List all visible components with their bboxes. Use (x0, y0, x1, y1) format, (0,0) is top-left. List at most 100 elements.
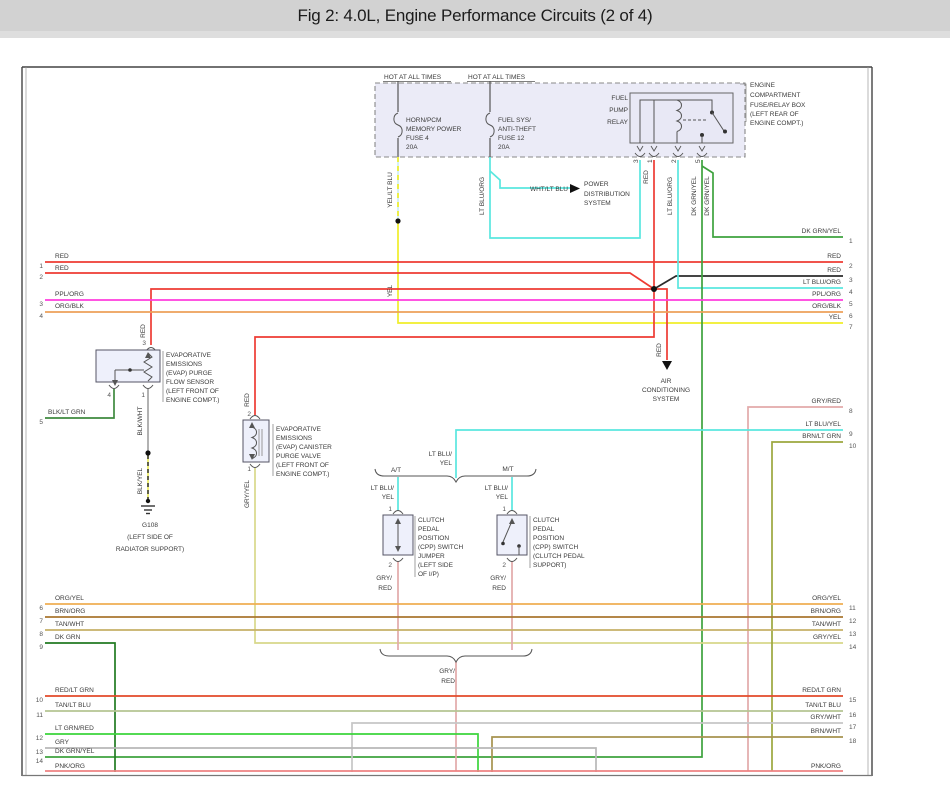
svg-text:GRY/: GRY/ (376, 575, 392, 582)
row-label: BRN/WHT (811, 728, 841, 735)
row-label: ORG/BLK (55, 303, 85, 310)
svg-text:2: 2 (39, 274, 43, 281)
connector-arc (506, 557, 518, 562)
svg-text:YEL: YEL (387, 284, 394, 297)
svg-text:ENGINE COMPT.): ENGINE COMPT.) (750, 120, 803, 127)
svg-text:ANTI-THEFT: ANTI-THEFT (498, 126, 536, 133)
ac-system-ref: AIR CONDITIONING SYSTEM (642, 378, 690, 403)
svg-text:7: 7 (39, 618, 43, 625)
power-distribution-ref: WHT/LT BLU POWER DISTRIBUTION SYSTEM (530, 181, 630, 207)
svg-text:ENGINE: ENGINE (750, 82, 776, 89)
power-dist-arrow-icon (570, 184, 580, 193)
row-label: RED (827, 267, 841, 274)
wire-ltgrnred (45, 733, 479, 772)
svg-text:(CLUTCH PEDAL: (CLUTCH PEDAL (533, 553, 585, 560)
svg-text:SYSTEM: SYSTEM (584, 200, 611, 207)
wire-dkgrnyel-branch (701, 165, 843, 238)
cpp-switch: 1 2 CLUTCH PEDAL POSITION (CPP) SWITCH (… (490, 506, 585, 592)
row-label: YEL (829, 314, 842, 321)
svg-text:4: 4 (39, 313, 43, 320)
svg-text:LT BLU/ORG: LT BLU/ORG (479, 177, 486, 215)
svg-text:4: 4 (107, 392, 111, 399)
svg-text:6: 6 (39, 605, 43, 612)
svg-text:11: 11 (849, 605, 856, 612)
svg-text:ENGINE COMPT.): ENGINE COMPT.) (166, 397, 219, 404)
svg-text:1: 1 (849, 238, 853, 245)
svg-text:2: 2 (388, 562, 392, 569)
ac-arrow-icon (662, 361, 672, 370)
svg-text:WHT/LT BLU: WHT/LT BLU (530, 186, 568, 193)
wire-brnwht (491, 736, 843, 772)
row-label: DK GRN (55, 634, 81, 641)
svg-text:SUPPORT): SUPPORT) (533, 562, 566, 569)
svg-text:9: 9 (849, 431, 853, 438)
svg-text:15: 15 (849, 697, 857, 704)
svg-text:1: 1 (388, 506, 392, 513)
row-label: RED (55, 265, 69, 272)
wire-gry (45, 747, 597, 772)
svg-text:3: 3 (849, 277, 853, 284)
svg-text:BLK/YEL: BLK/YEL (137, 467, 144, 494)
row-label: GRY/YEL (813, 634, 841, 641)
svg-text:2: 2 (849, 263, 853, 270)
svg-text:13: 13 (36, 749, 44, 756)
connector-arc (392, 557, 404, 562)
svg-text:18: 18 (849, 738, 857, 745)
svg-text:LT BLU/: LT BLU/ (371, 485, 394, 492)
fuse-relay-box: HOT AT ALL TIMES HOT AT ALL TIMES HORN/P… (374, 74, 806, 163)
at-label: A/T (391, 467, 401, 474)
row-label: ORG/YEL (55, 595, 84, 602)
svg-text:3: 3 (142, 340, 146, 347)
row-label: GRY/RED (812, 398, 842, 405)
svg-text:CONDITIONING: CONDITIONING (642, 387, 690, 394)
svg-text:AIR: AIR (661, 378, 672, 385)
svg-text:OF I/P): OF I/P) (418, 571, 439, 578)
svg-text:RED: RED (244, 393, 251, 407)
svg-text:12: 12 (849, 618, 857, 625)
row-label: TAN/WHT (812, 621, 841, 628)
ground-g108: G108 (LEFT SIDE OF RADIATOR SUPPORT) (116, 505, 184, 553)
cpp-jumper-label: CLUTCH PEDAL POSITION (CPP) SWITCH JUMPE… (418, 517, 463, 578)
svg-text:EMISSIONS: EMISSIONS (276, 435, 313, 442)
svg-text:17: 17 (849, 724, 857, 731)
row-label: ORG/YEL (812, 595, 841, 602)
svg-text:14: 14 (36, 758, 44, 765)
svg-text:8: 8 (39, 631, 43, 638)
left-edge-rows: RED1 RED2 PPL/ORG3 ORG/BLK4 BLK/LT GRN5 … (36, 253, 95, 770)
row-label: RED (827, 253, 841, 260)
connector-arc (249, 415, 261, 420)
wire-ltbluyel (455, 429, 843, 478)
svg-text:9: 9 (39, 644, 43, 651)
rotated-wire-labels: YEL/LT BLU YEL LT BLU/ORG RED LT BLU/ORG… (137, 170, 711, 508)
svg-text:YEL: YEL (440, 460, 453, 467)
row-label: TAN/LT BLU (805, 702, 841, 709)
svg-text:2: 2 (502, 562, 506, 569)
svg-text:1: 1 (647, 159, 654, 163)
svg-text:RELAY: RELAY (607, 119, 628, 126)
svg-text:3: 3 (633, 159, 640, 163)
svg-text:10: 10 (849, 443, 857, 450)
svg-text:PEDAL: PEDAL (533, 526, 555, 533)
svg-text:G108: G108 (142, 522, 158, 529)
row-label: RED (55, 253, 69, 260)
svg-text:20A: 20A (498, 144, 510, 151)
svg-text:POSITION: POSITION (533, 535, 564, 542)
svg-text:(LEFT REAR OF: (LEFT REAR OF (750, 111, 799, 118)
svg-text:11: 11 (36, 712, 43, 719)
row-label: RED/LT GRN (802, 687, 841, 694)
connector-arc (108, 384, 120, 389)
row-label: RED/LT GRN (55, 687, 94, 694)
row-label: GRY/WHT (810, 714, 841, 721)
svg-text:7: 7 (849, 324, 853, 331)
svg-text:MEMORY POWER: MEMORY POWER (406, 126, 462, 133)
svg-text:POSITION: POSITION (418, 535, 449, 542)
svg-text:10: 10 (36, 697, 44, 704)
row-label: ORG/BLK (812, 303, 842, 310)
svg-text:EVAPORATIVE: EVAPORATIVE (276, 426, 322, 433)
junction-dots (145, 218, 657, 504)
svg-text:12: 12 (36, 735, 44, 742)
row-label: TAN/WHT (55, 621, 84, 628)
svg-text:SYSTEM: SYSTEM (653, 396, 680, 403)
svg-text:1: 1 (141, 392, 145, 399)
svg-text:RED: RED (378, 585, 392, 592)
